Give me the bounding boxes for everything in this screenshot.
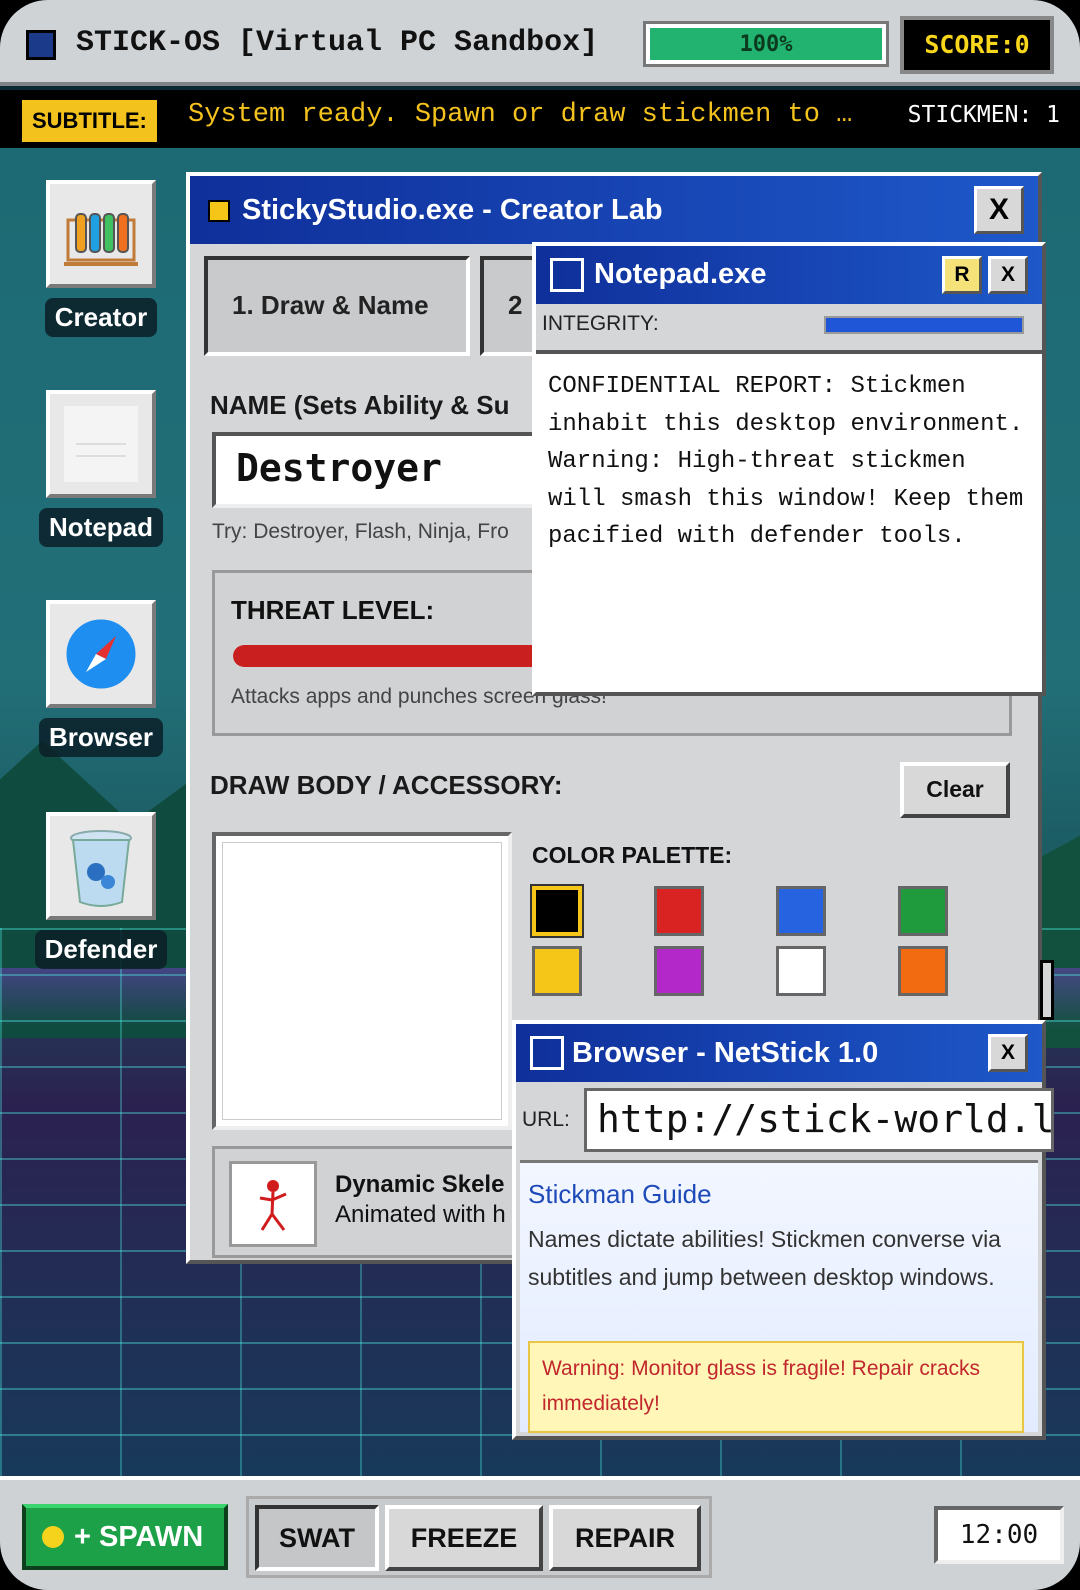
spawn-dot-icon [42,1526,64,1548]
browser-titlebar[interactable]: Browser - NetStick 1.0 X [516,1024,1042,1082]
notepad-titlebar[interactable]: Notepad.exe R X [536,246,1042,304]
draw-label: DRAW BODY / ACCESSORY: [210,770,563,800]
repair-window-button[interactable]: R [942,256,982,294]
color-swatch[interactable] [530,884,584,938]
clock: 12:00 [934,1506,1064,1564]
close-button[interactable]: X [988,1034,1028,1072]
close-button[interactable]: X [974,186,1024,234]
notepad-icon [46,390,156,498]
palette-label: COLOR PALETTE: [532,842,733,868]
subtitle-bar: SUBTITLE: System ready. Spawn or draw st… [0,90,1080,148]
color-swatch[interactable] [654,886,704,936]
window-title: Browser - NetStick 1.0 [572,1037,879,1069]
stickman-guide-link[interactable]: Stickman Guide [528,1179,712,1210]
threat-label: THREAT LEVEL: [231,595,435,625]
notepad-window[interactable]: Notepad.exe R X INTEGRITY: CONFIDENTIAL … [532,242,1046,696]
trash-icon [46,812,156,920]
window-icon [530,1036,564,1070]
tool-repair[interactable]: REPAIR [549,1505,701,1571]
warning-box: Warning: Monitor glass is fragile! Repai… [528,1341,1024,1433]
window-icon [208,200,230,222]
tab-draw-name[interactable]: 1. Draw & Name [204,256,470,356]
tool-freeze[interactable]: FREEZE [385,1505,543,1571]
browser-window[interactable]: Browser - NetStick 1.0 X URL: http://sti… [512,1020,1054,1440]
integrity-bar [824,316,1024,334]
url-label: URL: [522,1108,570,1131]
subtitle-text: System ready. Spawn or draw stickmen to … [188,100,853,130]
window-title: Notepad.exe [594,258,767,290]
system-progress-bar: 100% [643,21,889,67]
color-swatch[interactable] [532,946,582,996]
skeleton-description: Animated with h [335,1201,506,1228]
subtitle-badge: SUBTITLE: [20,98,159,144]
browser-content: Stickman Guide Names dictate abilities! … [520,1160,1038,1433]
spawn-label: + SPAWN [74,1521,204,1553]
stickman-icon [229,1161,317,1247]
stickystudio-titlebar[interactable]: StickyStudio.exe - Creator Lab X [190,176,1038,244]
tool-swat[interactable]: SWAT [255,1505,379,1571]
window-icon [550,258,584,292]
desktop-icon-browser[interactable]: Browser [34,600,168,757]
os-title: STICK-OS [Virtual PC Sandbox] [76,26,599,60]
close-button[interactable]: X [988,256,1028,294]
desktop-icon-label: Notepad [39,508,163,547]
integrity-bar-fill [826,318,1022,332]
window-edge-handle[interactable] [1040,960,1054,1020]
desktop-icon-label: Creator [44,298,158,337]
color-swatch[interactable] [654,946,704,996]
name-label: NAME (Sets Ability & Su [210,390,510,420]
desktop-icon-notepad[interactable]: Notepad [34,390,168,547]
system-progress-text: 100% [739,32,793,57]
name-hint: Try: Destroyer, Flash, Ninja, Fro [212,520,509,543]
drawing-canvas[interactable] [212,832,512,1130]
window-title: StickyStudio.exe - Creator Lab [242,194,663,226]
color-swatch[interactable] [776,886,826,936]
spawn-button[interactable]: + SPAWN [22,1504,228,1570]
skeleton-title: Dynamic Skele [335,1171,505,1198]
system-icon [26,30,56,60]
color-swatch[interactable] [898,946,948,996]
desktop-icon-label: Browser [38,718,164,757]
score-display: SCORE:0 [900,16,1054,74]
integrity-label: INTEGRITY: [542,312,659,335]
drawing-canvas-inner [222,842,502,1120]
test-tubes-icon [46,180,156,288]
color-swatch[interactable] [898,886,948,936]
url-input[interactable]: http://stick-world.l [584,1088,1054,1152]
browser-text: Names dictate abilities! Stickmen conver… [528,1226,1001,1290]
desktop-icon-creator[interactable]: Creator [34,180,168,337]
color-swatch[interactable] [776,946,826,996]
screen: STICK-OS [Virtual PC Sandbox] 100% SCORE… [0,0,1080,1590]
desktop-icon-defender[interactable]: Defender [34,812,168,969]
desktop-icon-label: Defender [34,930,168,969]
stickmen-count: STICKMEN: 1 [907,102,1060,128]
notepad-text[interactable]: CONFIDENTIAL REPORT: Stickmen inhabit th… [536,350,1042,692]
clear-button[interactable]: Clear [900,762,1010,818]
taskbar: + SPAWN SWAT FREEZE REPAIR 12:00 [0,1476,1080,1590]
top-bar: STICK-OS [Virtual PC Sandbox] 100% SCORE… [0,0,1080,86]
tool-group: SWAT FREEZE REPAIR [246,1496,712,1578]
compass-icon [46,600,156,708]
